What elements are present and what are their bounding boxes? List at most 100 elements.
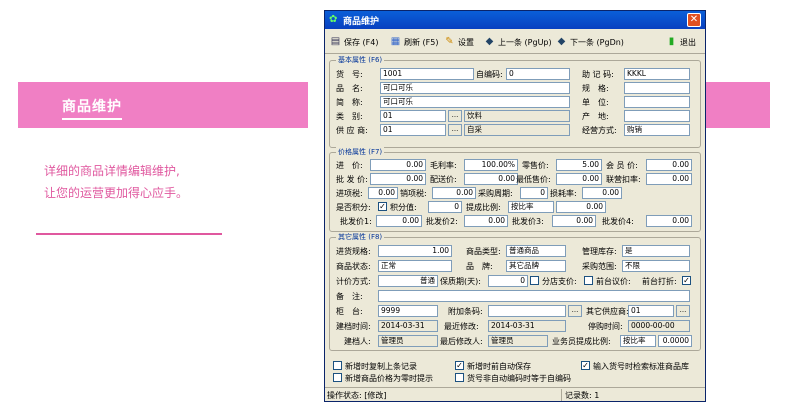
margin-field[interactable]: 100.00% xyxy=(464,159,518,171)
counter-field[interactable]: 9999 xyxy=(378,305,438,317)
mnemonic-label: 助 记 码: xyxy=(582,70,614,79)
chain-rate-field[interactable]: 0.00 xyxy=(646,173,692,185)
supplier-browse-button[interactable]: ... xyxy=(448,124,462,136)
buy-price-field[interactable]: 0.00 xyxy=(370,159,426,171)
brand-field[interactable]: 其它品牌 xyxy=(506,260,566,272)
extra-barcode-field[interactable] xyxy=(488,305,566,317)
extra-barcode-label: 附加条码: xyxy=(448,307,483,316)
product-type-field[interactable]: 普通商品 xyxy=(506,245,566,257)
input-tax-field[interactable]: 0.00 xyxy=(368,187,398,199)
short-name-field[interactable]: 可口可乐 xyxy=(380,96,570,108)
product-status-field[interactable]: 正常 xyxy=(378,260,452,272)
member-price-field[interactable]: 0.00 xyxy=(646,159,692,171)
supplier-name-field: 自采 xyxy=(464,124,570,136)
creator-field: 管理员 xyxy=(378,335,438,347)
note-field[interactable] xyxy=(378,290,690,302)
toolbar: ▤ 保存 (F4) ▦ 刷新 (F5) ✎ 设置 ◆ 上一条 (PgUp) ◆ 下一条 (… xyxy=(325,30,705,54)
margin-label: 毛利率: xyxy=(430,161,457,170)
zero-price-warning-label: 新增商品价格为零时提示 xyxy=(345,374,433,383)
pricing-mode-field[interactable]: 普通 xyxy=(378,275,438,287)
shelf-life-label: 保质期(天): xyxy=(440,277,481,286)
wholesale4-field[interactable]: 0.00 xyxy=(646,215,692,227)
last-modifier-field: 管理员 xyxy=(488,335,548,347)
app-icon: ✿ xyxy=(329,14,338,25)
window-title: 商品维护 xyxy=(343,17,380,27)
prev-record-button[interactable]: ◆ 上一条 (PgUp) xyxy=(483,35,552,49)
wholesale3-field[interactable]: 0.00 xyxy=(552,215,596,227)
category-field[interactable]: 01 xyxy=(380,110,446,122)
copy-last-record-checkbox[interactable] xyxy=(333,361,342,370)
save-button[interactable]: ▤ 保存 (F4) xyxy=(329,35,379,49)
wholesale1-field[interactable]: 0.00 xyxy=(376,215,422,227)
wholesale2-field[interactable]: 0.00 xyxy=(464,215,508,227)
next-record-button[interactable]: ◆ 下一条 (PgDn) xyxy=(555,35,624,49)
counter-label: 柜 台: xyxy=(336,307,363,316)
copy-last-record-label: 新增时复制上条记录 xyxy=(345,362,417,371)
basic-attributes-legend: 基本属性 (F6) xyxy=(336,55,385,65)
purchase-spec-label: 进货规格: xyxy=(336,247,371,256)
exit-door-icon: ▮ xyxy=(668,36,675,47)
min-price-field[interactable]: 0.00 xyxy=(556,173,602,185)
search-standard-db-checkbox[interactable]: ✓ xyxy=(581,361,590,370)
desk-negotiate-label: 前台议价: xyxy=(596,277,631,286)
distribution-price-field[interactable]: 0.00 xyxy=(464,173,518,185)
mnemonic-field[interactable]: KKKL xyxy=(624,68,690,80)
purchase-scope-label: 采购范围: xyxy=(582,262,617,271)
exit-button[interactable]: ▮ 退出 xyxy=(665,35,696,49)
desk-discount-checkbox[interactable]: ✓ xyxy=(682,276,691,285)
purchase-scope-field[interactable]: 不限 xyxy=(622,260,690,272)
basic-attributes-group: 基本属性 (F6) 货 号: 1001 自编码: 0 助 记 码: KKKL 品… xyxy=(329,55,701,148)
purchase-cycle-field[interactable]: 0 xyxy=(520,187,548,199)
branch-price-label: 分店支价: xyxy=(542,277,577,286)
auto-save-label: 新增时前自动保存 xyxy=(467,362,531,371)
business-mode-label: 经营方式: xyxy=(582,126,617,135)
product-maintenance-window: ✿ 商品维护 ✕ ▤ 保存 (F4) ▦ 刷新 (F5) ✎ 设置 ◆ 上一条 (PgU… xyxy=(324,10,706,402)
refresh-icon: ▦ xyxy=(390,36,401,47)
commission-ratio-label: 提成比例: xyxy=(466,203,501,212)
supplier-field[interactable]: 01 xyxy=(380,124,446,136)
wholesale-price-field[interactable]: 0.00 xyxy=(370,173,426,185)
origin-field[interactable] xyxy=(624,110,690,122)
branch-price-checkbox[interactable] xyxy=(530,276,539,285)
shelf-life-field[interactable]: 0 xyxy=(488,275,528,287)
retail-price-field[interactable]: 5.00 xyxy=(556,159,602,171)
record-count: 记录数: 1 xyxy=(565,391,600,400)
autocode-field[interactable]: 0 xyxy=(506,68,570,80)
close-button[interactable]: ✕ xyxy=(687,13,701,27)
unit-field[interactable] xyxy=(624,96,690,108)
origin-label: 产 地: xyxy=(582,112,609,121)
created-time-label: 建档时间: xyxy=(336,322,371,331)
distribution-price-label: 配送价: xyxy=(430,175,457,184)
business-mode-field[interactable]: 购销 xyxy=(624,124,690,136)
spec-label: 规 格: xyxy=(582,84,609,93)
search-standard-db-label: 输入货号时检索标准商品库 xyxy=(593,362,689,371)
other-supplier-browse-button[interactable]: ... xyxy=(676,305,690,317)
commission-ratio-select[interactable]: 按比率 xyxy=(508,201,554,213)
stop-purchase-field: 0000-00-00 xyxy=(628,320,690,332)
extra-barcode-browse-button[interactable]: ... xyxy=(568,305,582,317)
price-attributes-legend: 价格属性 (F7) xyxy=(336,147,385,157)
point-value-field[interactable]: 0 xyxy=(428,201,462,213)
desk-negotiate-checkbox[interactable] xyxy=(584,276,593,285)
purchase-spec-field[interactable]: 1.00 xyxy=(378,245,452,257)
auto-save-checkbox[interactable]: ✓ xyxy=(455,361,464,370)
points-enabled-checkbox[interactable]: ✓ xyxy=(378,202,387,211)
commission-ratio-field[interactable]: 0.00 xyxy=(556,201,606,213)
output-tax-field[interactable]: 0.00 xyxy=(432,187,476,199)
category-browse-button[interactable]: ... xyxy=(448,110,462,122)
spec-field[interactable] xyxy=(624,82,690,94)
loss-rate-field[interactable]: 0.00 xyxy=(582,187,622,199)
code-equals-autocode-checkbox[interactable] xyxy=(455,373,464,382)
manage-stock-field[interactable]: 是 xyxy=(622,245,690,257)
other-supplier-label: 其它供应商: xyxy=(586,307,629,316)
loss-rate-label: 损耗率: xyxy=(550,189,577,198)
sales-commission-field[interactable]: 0.0000 xyxy=(658,335,692,347)
other-supplier-field[interactable]: 01 xyxy=(628,305,674,317)
code-field[interactable]: 1001 xyxy=(380,68,474,80)
name-field[interactable]: 可口可乐 xyxy=(380,82,570,94)
settings-button[interactable]: ✎ 设置 xyxy=(443,35,474,49)
refresh-button[interactable]: ▦ 刷新 (F5) xyxy=(389,35,439,49)
zero-price-warning-checkbox[interactable] xyxy=(333,373,342,382)
sales-commission-select[interactable]: 按比率 xyxy=(620,335,656,347)
promo-desc-line2: 让您的运营更加得心应手。 xyxy=(44,186,189,200)
